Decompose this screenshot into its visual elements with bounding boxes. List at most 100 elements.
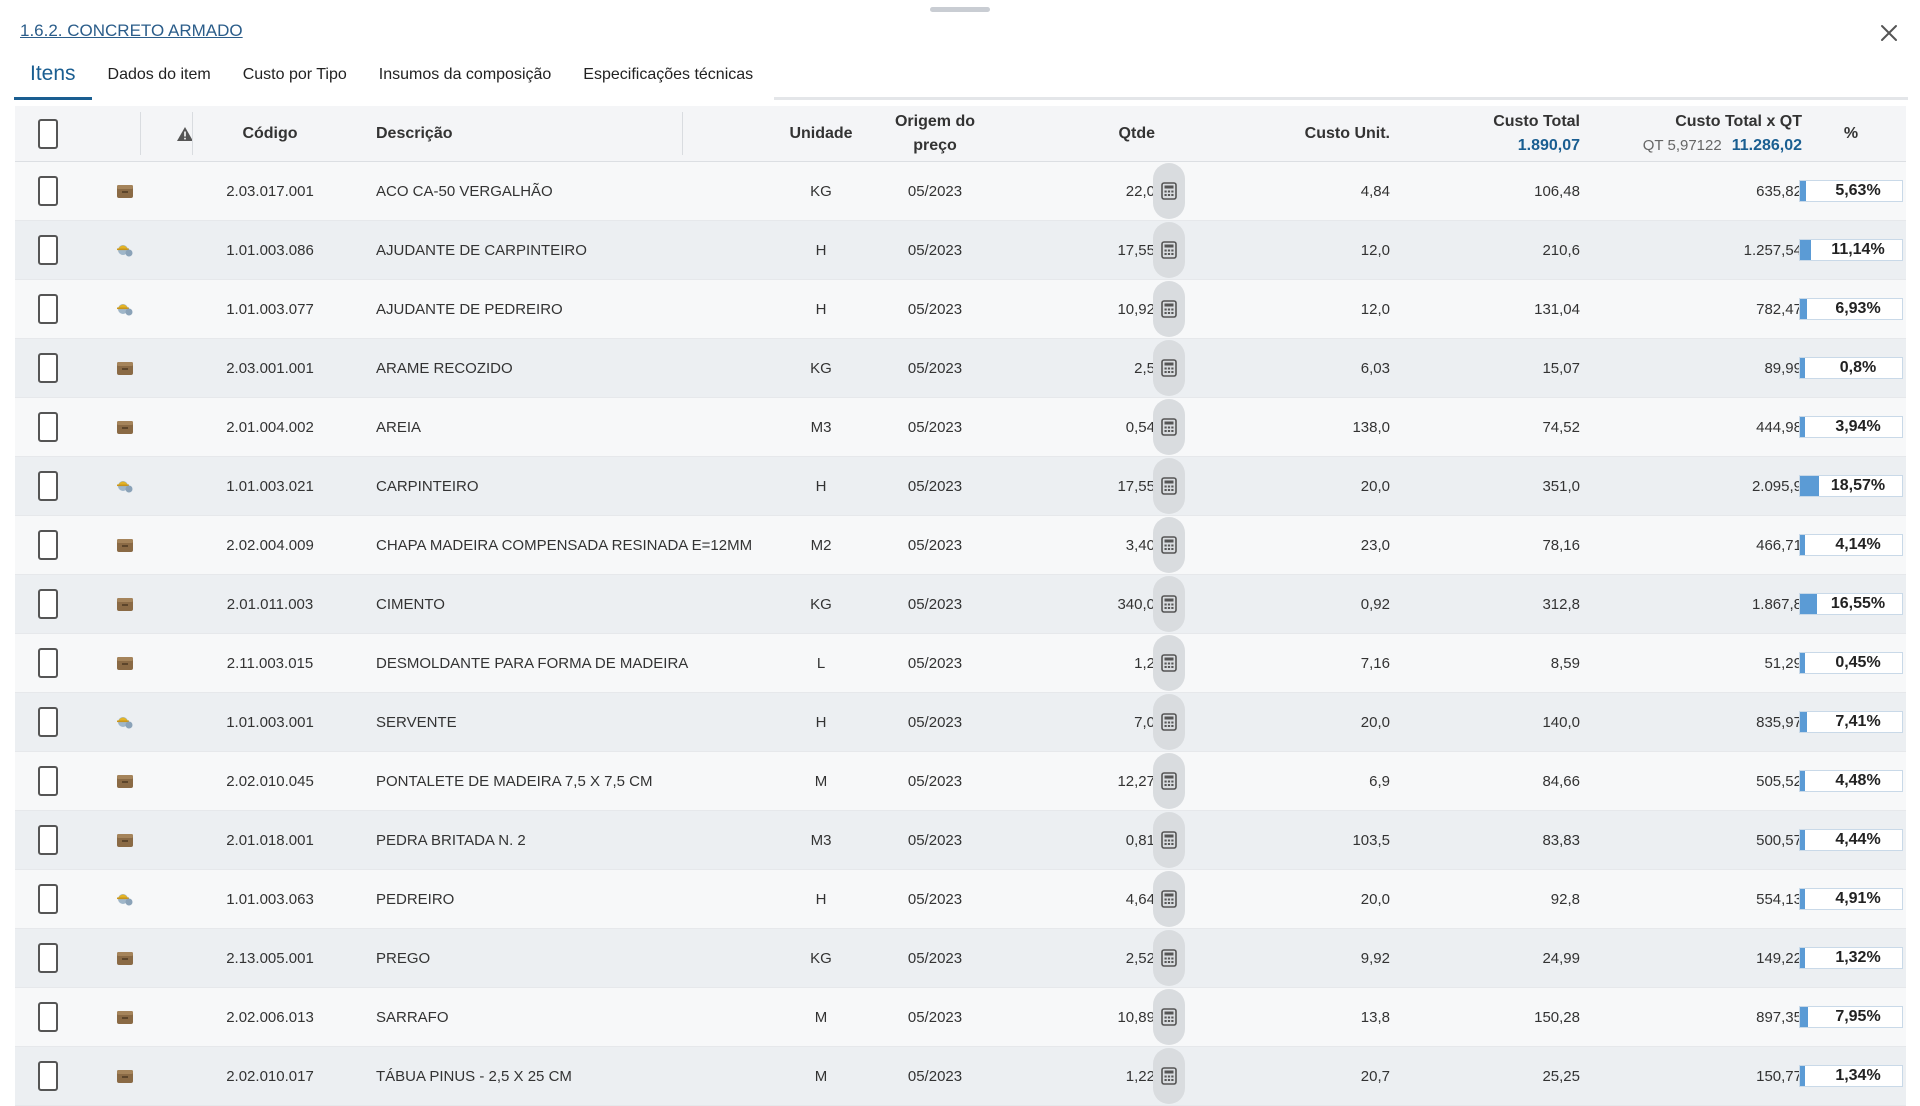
descricao-cell: PEDREIRO (376, 890, 455, 908)
column-header-codigo[interactable]: Código (175, 106, 365, 161)
calculator-button-cell (1147, 1047, 1191, 1105)
codigo-cell: 2.03.001.001 (226, 359, 314, 377)
row-checkbox[interactable] (37, 884, 58, 914)
calculator-button[interactable] (1153, 812, 1185, 868)
calculator-button[interactable] (1153, 871, 1185, 927)
tab-especificacoes-tecnicas[interactable]: Especificações técnicas (567, 50, 769, 100)
column-header-custo-total[interactable]: Custo Total 1.890,07 (1395, 106, 1580, 161)
calculator-button[interactable] (1153, 694, 1185, 750)
codigo-cell: 2.01.011.003 (226, 595, 314, 613)
table-row[interactable]: 2.13.005.001 PREGO KG 05/2023 2,52 9,92 24,99 1… (15, 929, 1906, 988)
breadcrumb[interactable]: 1.6.2. CONCRETO ARMADO (20, 21, 243, 41)
row-checkbox[interactable] (37, 235, 58, 265)
custo-unit-cell: 23,0 (1360, 536, 1390, 554)
row-checkbox[interactable] (37, 943, 58, 973)
custo-total-qt-cell: 150,77 (1756, 1067, 1802, 1085)
calculator-button[interactable] (1153, 635, 1185, 691)
calculator-button[interactable] (1153, 222, 1185, 278)
percent-value: 1,34% (1835, 1067, 1881, 1084)
row-checkbox[interactable] (37, 648, 58, 678)
column-header-qtde[interactable]: Qtde (1045, 106, 1155, 161)
row-checkbox[interactable] (37, 1002, 58, 1032)
tab-insumos-da-composicao[interactable]: Insumos da composição (363, 50, 568, 100)
table-row[interactable]: 2.01.011.003 CIMENTO KG 05/2023 340,0 0,92 312… (15, 575, 1906, 634)
calculator-button[interactable] (1153, 989, 1185, 1045)
tab-itens[interactable]: Itens (14, 50, 92, 100)
custo-unit-cell: 7,16 (1360, 654, 1390, 672)
origem-cell: 05/2023 (907, 241, 963, 259)
row-checkbox[interactable] (37, 766, 58, 796)
table-row[interactable]: 2.01.018.001 PEDRA BRITADA N. 2 M3 05/2023 0… (15, 811, 1906, 870)
table-row[interactable]: 2.02.010.017 TÁBUA PINUS - 2,5 X 25 CM M 05… (15, 1047, 1906, 1106)
row-checkbox[interactable] (37, 825, 58, 855)
row-checkbox[interactable] (37, 412, 58, 442)
calculator-button[interactable] (1153, 753, 1185, 809)
calculator-button[interactable] (1153, 163, 1185, 219)
qtde-cell: 17,55 (1117, 241, 1155, 259)
row-checkbox[interactable] (37, 1061, 58, 1091)
table-row[interactable]: 1.01.003.001 SERVENTE H 05/2023 7,0 20,0 140,0… (15, 693, 1906, 752)
material-box-icon (80, 575, 170, 633)
calculator-button[interactable] (1153, 281, 1185, 337)
column-header-descricao[interactable]: Descrição (376, 106, 766, 161)
table-row[interactable]: 2.02.010.045 PONTALETE DE MADEIRA 7,5 X 7… (15, 752, 1906, 811)
calculator-icon (1161, 713, 1177, 731)
tab-custo-por-tipo[interactable]: Custo por Tipo (227, 50, 363, 100)
codigo-cell: 2.02.010.017 (226, 1067, 314, 1085)
calculator-button[interactable] (1153, 576, 1185, 632)
percent-value: 4,48% (1835, 772, 1881, 789)
origem-cell: 05/2023 (907, 831, 963, 849)
row-checkbox[interactable] (37, 353, 58, 383)
custo-total-qt-cell: 89,99 (1764, 359, 1802, 377)
tab-dados-do-item[interactable]: Dados do item (92, 50, 227, 100)
calculator-button[interactable] (1153, 930, 1185, 986)
custo-unit-cell: 9,92 (1360, 949, 1390, 967)
table-row[interactable]: 1.01.003.021 CARPINTEIRO H 05/2023 17,55 20,0… (15, 457, 1906, 516)
descricao-cell: PONTALETE DE MADEIRA 7,5 X 7,5 CM (376, 772, 653, 790)
row-checkbox[interactable] (37, 176, 58, 206)
table-row[interactable]: 1.01.003.086 AJUDANTE DE CARPINTEIRO H 05/2… (15, 221, 1906, 280)
custo-total-cell: 312,8 (1542, 595, 1580, 613)
column-header-origem[interactable]: Origem do preço (835, 106, 1035, 161)
table-row[interactable]: 2.01.004.002 AREIA M3 05/2023 0,54 138,0 74,52… (15, 398, 1906, 457)
table-row[interactable]: 2.11.003.015 DESMOLDANTE PARA FORMA DE MA… (15, 634, 1906, 693)
row-checkbox[interactable] (37, 589, 58, 619)
column-header-custo-total-qt[interactable]: Custo Total x QT QT 5,97122 11.286,02 (1585, 106, 1802, 161)
table-row[interactable]: 2.02.006.013 SARRAFO M 05/2023 10,89 13,8 150,… (15, 988, 1906, 1047)
qtde-cell: 7,0 (1134, 713, 1155, 731)
worker-icon (80, 457, 170, 515)
calculator-button[interactable] (1153, 1048, 1185, 1104)
row-checkbox[interactable] (37, 471, 58, 501)
calculator-icon (1161, 477, 1177, 495)
row-checkbox[interactable] (37, 530, 58, 560)
drag-handle[interactable] (930, 7, 990, 12)
table-row[interactable]: 1.01.003.063 PEDREIRO H 05/2023 4,64 20,0 92,8… (15, 870, 1906, 929)
select-all-checkbox[interactable] (37, 118, 58, 149)
qtde-cell: 1,22 (1125, 1067, 1155, 1085)
calculator-button[interactable] (1153, 340, 1185, 396)
close-button[interactable] (1874, 18, 1904, 48)
calculator-button-cell (1147, 988, 1191, 1046)
origem-cell: 05/2023 (907, 890, 963, 908)
table-row[interactable]: 2.03.017.001 ACO CA-50 VERGALHÃO KG 05/2023… (15, 162, 1906, 221)
calculator-button[interactable] (1153, 517, 1185, 573)
table-row[interactable]: 2.02.004.009 CHAPA MADEIRA COMPENSADA RES… (15, 516, 1906, 575)
calculator-icon (1161, 300, 1177, 318)
calculator-button-cell (1147, 398, 1191, 456)
calculator-icon (1161, 949, 1177, 967)
row-checkbox[interactable] (37, 294, 58, 324)
custo-total-qt-cell: 554,13 (1756, 890, 1802, 908)
row-checkbox[interactable] (37, 707, 58, 737)
table-row[interactable]: 2.03.001.001 ARAME RECOZIDO KG 05/2023 2,5 6,… (15, 339, 1906, 398)
table-row[interactable]: 1.01.003.077 AJUDANTE DE PEDREIRO H 05/2023… (15, 280, 1906, 339)
calculator-icon (1161, 1008, 1177, 1026)
calculator-icon (1161, 654, 1177, 672)
close-icon (1881, 25, 1897, 41)
calculator-button[interactable] (1153, 458, 1185, 514)
custo-total-cell: 25,25 (1542, 1067, 1580, 1085)
column-header-percent[interactable]: % (1797, 106, 1905, 161)
calculator-button[interactable] (1153, 399, 1185, 455)
column-header-custo-unit[interactable]: Custo Unit. (1195, 106, 1390, 161)
custo-total-qt-cell: 505,52 (1756, 772, 1802, 790)
percent-cell: 1,34% (1797, 1047, 1905, 1105)
